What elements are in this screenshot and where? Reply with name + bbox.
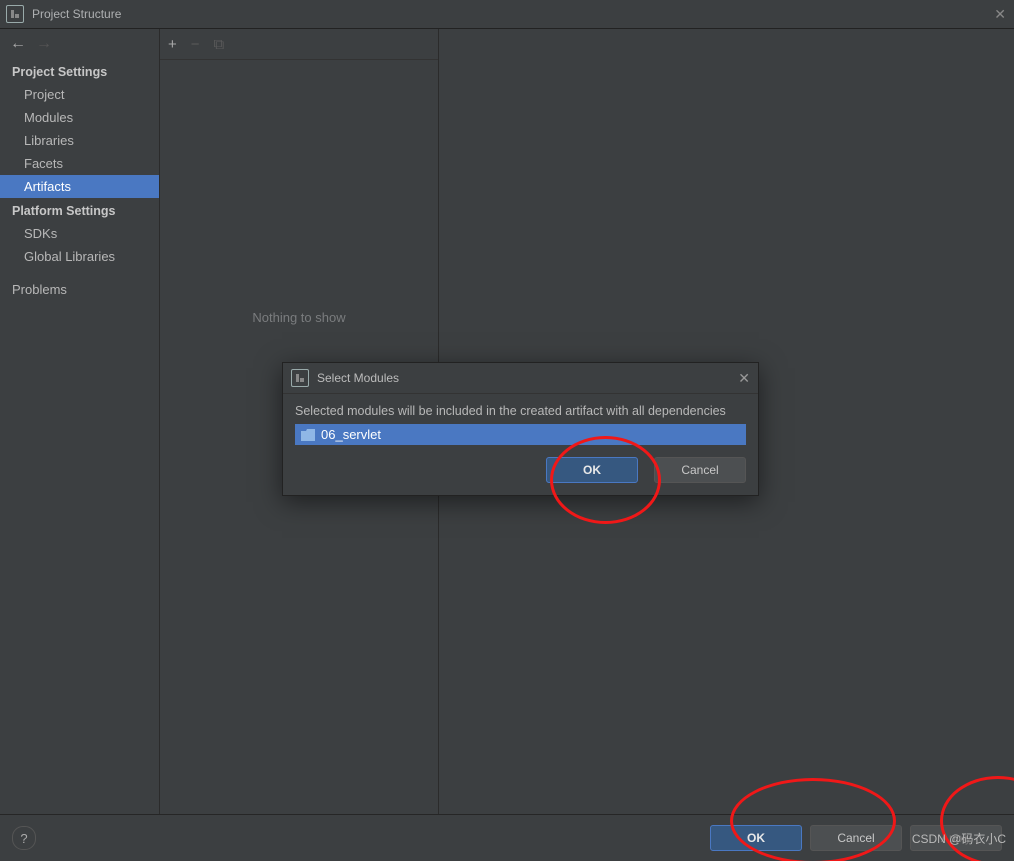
app-icon [6,5,24,23]
sidebar-item-global-libraries[interactable]: Global Libraries [0,245,159,268]
apply-button[interactable]: Apply [910,825,1002,851]
module-list-item[interactable]: 06_servlet [295,424,746,445]
platform-settings-head: Platform Settings [0,198,159,222]
cancel-button[interactable]: Cancel [810,825,902,851]
dialog-title: Select Modules [317,371,399,385]
ok-button[interactable]: OK [710,825,802,851]
dialog-ok-button[interactable]: OK [546,457,638,483]
sidebar-item-project[interactable]: Project [0,83,159,106]
footer: ? OK Cancel Apply [0,814,1014,861]
sidebar-item-libraries[interactable]: Libraries [0,129,159,152]
help-button[interactable]: ? [12,826,36,850]
sidebar-item-sdks[interactable]: SDKs [0,222,159,245]
add-icon[interactable]: + [168,36,177,53]
copy-icon[interactable]: ⧉ [214,36,225,53]
forward-arrow-icon[interactable]: → [36,35,52,53]
project-structure-window: Project Structure ✕ ← → Project Settings… [0,0,1014,861]
remove-icon[interactable]: − [191,36,200,53]
dialog-close-icon[interactable]: ✕ [738,370,750,387]
app-icon [291,369,309,387]
sidebar-item-artifacts[interactable]: Artifacts [0,175,159,198]
dialog-footer: OK Cancel [283,445,758,495]
back-arrow-icon[interactable]: ← [10,35,26,53]
dialog-cancel-button[interactable]: Cancel [654,457,746,483]
folder-icon [301,429,315,441]
dialog-message: Selected modules will be included in the… [295,404,746,418]
dialog-body: Selected modules will be included in the… [283,394,758,445]
sidebar-item-modules[interactable]: Modules [0,106,159,129]
sidebar-item-facets[interactable]: Facets [0,152,159,175]
select-modules-dialog: Select Modules ✕ Selected modules will b… [282,362,759,496]
close-icon[interactable]: ✕ [994,6,1006,23]
artifact-toolbar: + − ⧉ [160,29,438,60]
empty-list-label: Nothing to show [160,310,438,325]
dialog-titlebar: Select Modules ✕ [283,363,758,394]
nav-row: ← → [0,29,159,59]
sidebar-item-problems[interactable]: Problems [0,278,159,301]
module-name: 06_servlet [321,427,381,442]
project-settings-head: Project Settings [0,59,159,83]
titlebar: Project Structure ✕ [0,0,1014,29]
sidebar: ← → Project Settings Project Modules Lib… [0,29,160,832]
window-title: Project Structure [32,7,121,21]
